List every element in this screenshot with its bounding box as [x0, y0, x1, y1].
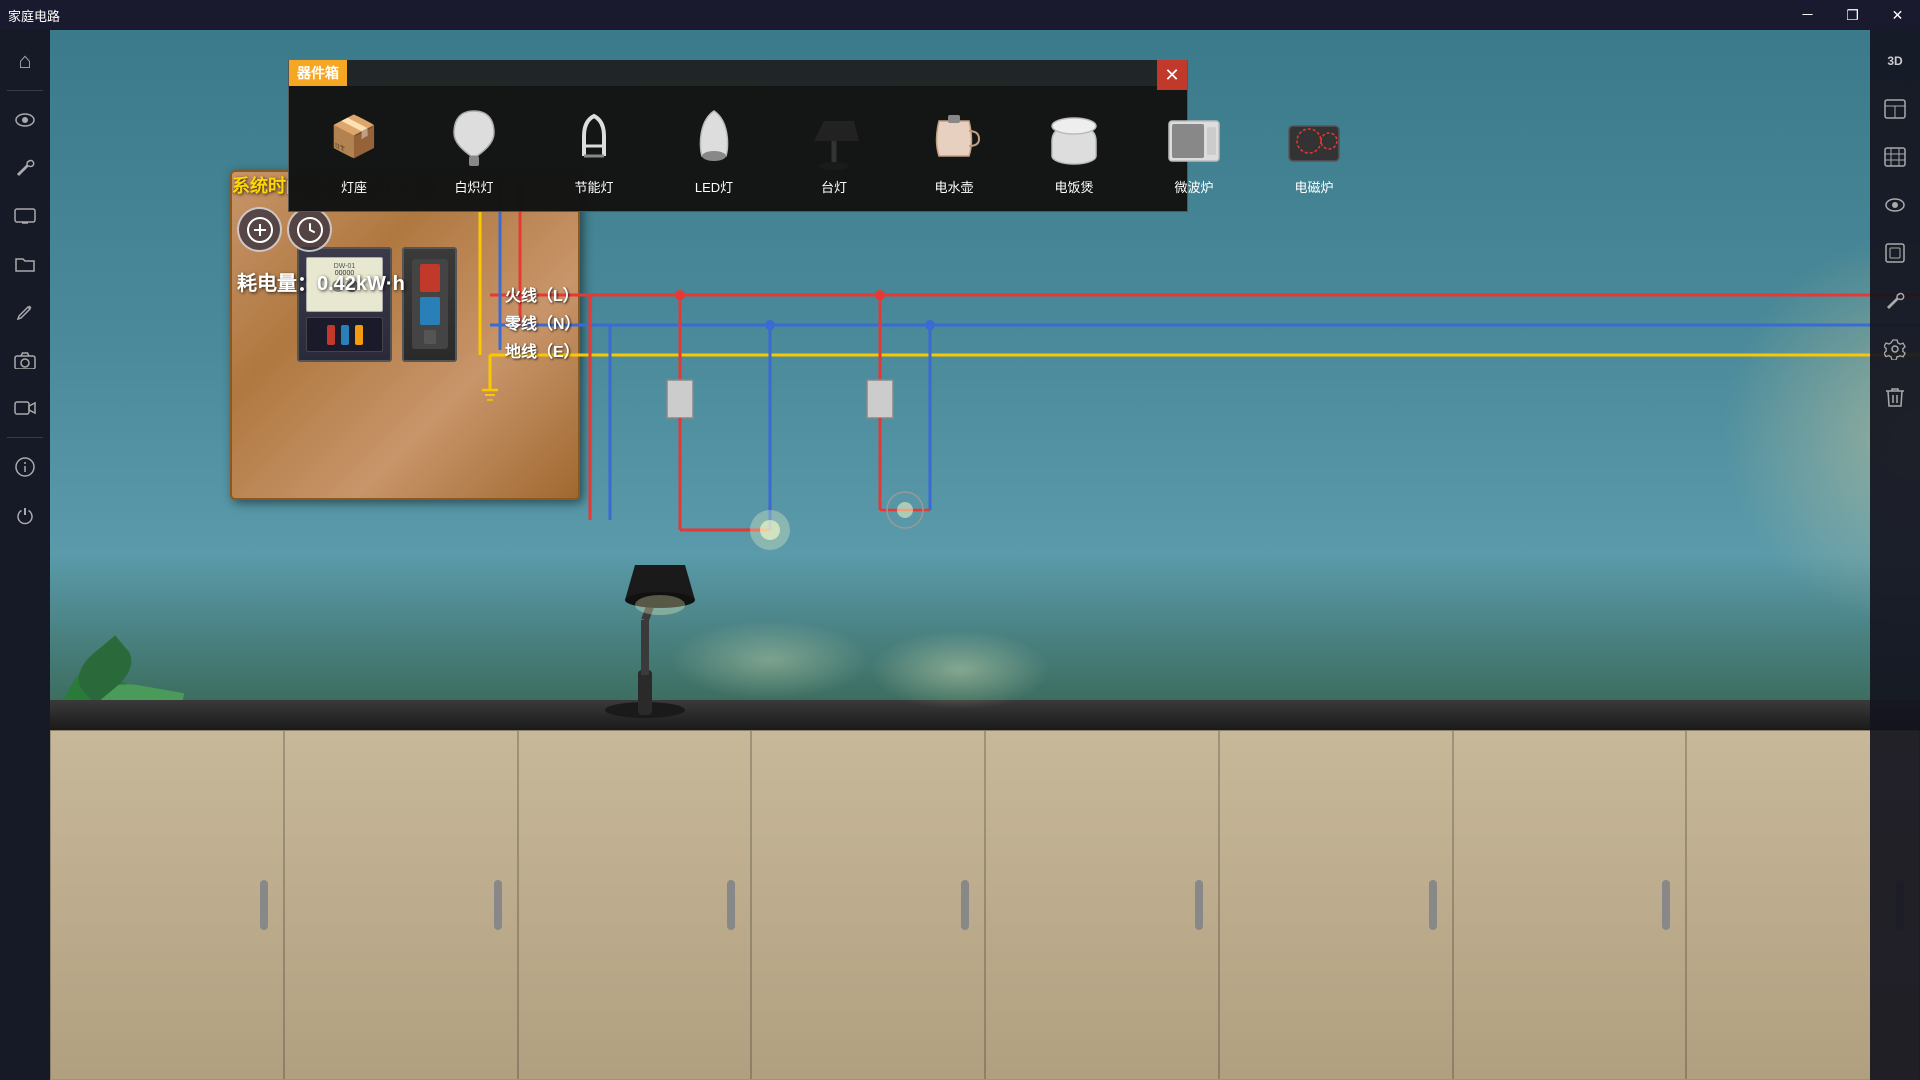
- title-bar: 家庭电路 － ❐ ✕: [0, 0, 1920, 30]
- component-label-lamp-socket: 灯座: [341, 177, 367, 196]
- window-title: 家庭电路: [0, 6, 60, 25]
- component-item-incandescent[interactable]: 白炽灯: [429, 96, 519, 201]
- minimize-button[interactable]: －: [1785, 0, 1830, 30]
- cabinet-section-5: [985, 730, 1219, 1080]
- component-item-desk-lamp[interactable]: 台灯: [789, 96, 879, 201]
- neutral-wire-label: 零线（N）: [505, 310, 581, 334]
- main-scene: 系统时间加快了 30 ▼ 倍 耗电量：0.42kW: [50, 30, 1920, 1080]
- component-label-led: LED灯: [695, 177, 733, 196]
- sidebar-home-button[interactable]: ⌂: [3, 39, 47, 83]
- component-icon-desk-lamp: [794, 101, 874, 171]
- sidebar-camera-button[interactable]: [3, 338, 47, 382]
- restore-button[interactable]: ❐: [1830, 0, 1875, 30]
- component-icon-induction: [1274, 101, 1354, 171]
- sidebar-separator: [7, 90, 43, 91]
- component-item-energy-saving[interactable]: 节能灯: [549, 96, 639, 201]
- cabinet-section-3: [518, 730, 752, 1080]
- cabinet-section-2: [284, 730, 518, 1080]
- component-icon-lamp-socket: 📦: [314, 101, 394, 171]
- close-component-box-button[interactable]: ✕: [1157, 60, 1187, 90]
- cabinet: [50, 730, 1920, 1080]
- zoom-controls: [237, 207, 332, 252]
- component-label-incandescent: 白炽灯: [454, 177, 493, 196]
- counter-top: [50, 700, 1920, 730]
- sidebar-info-button[interactable]: [3, 445, 47, 489]
- component-item-lamp-socket[interactable]: 📦 灯座: [309, 96, 399, 201]
- component-box: 器件箱 ✕ 📦 灯座 白炽灯 节能灯 LED灯: [288, 60, 1188, 212]
- view-3d-button[interactable]: 3D: [1873, 39, 1917, 83]
- cabinet-handle-4: [961, 880, 969, 930]
- component-item-kettle[interactable]: 电水壶: [909, 96, 999, 201]
- cabinet-handle-6: [1429, 880, 1437, 930]
- component-box-title: 器件箱: [289, 60, 347, 86]
- component-label-kettle: 电水壶: [934, 177, 973, 196]
- cabinet-section-7: [1453, 730, 1687, 1080]
- time-control-button[interactable]: [287, 207, 332, 252]
- component-icon-energy-saving: [554, 101, 634, 171]
- component-label-rice-cooker: 电饭煲: [1054, 177, 1093, 196]
- right-sidebar-trash-button[interactable]: [1873, 375, 1917, 419]
- component-item-rice-cooker[interactable]: 电饭煲: [1029, 96, 1119, 201]
- right-sidebar-layout-button[interactable]: [1873, 87, 1917, 131]
- zoom-in-button[interactable]: [237, 207, 282, 252]
- electricity-meter: DW-01 00000: [297, 247, 392, 362]
- component-icon-incandescent: [434, 101, 514, 171]
- cabinet-handle-1: [260, 880, 268, 930]
- right-sidebar: 3D: [1870, 30, 1920, 1080]
- component-icon-kettle: [914, 101, 994, 171]
- right-sidebar-settings-button[interactable]: [1873, 327, 1917, 371]
- component-label-induction: 电磁炉: [1294, 177, 1333, 196]
- cabinet-section-1: [50, 730, 284, 1080]
- energy-label: 耗电量：0.42kW·h: [237, 273, 405, 295]
- title-controls: － ❐ ✕: [1785, 0, 1920, 30]
- sidebar-video-button[interactable]: [3, 386, 47, 430]
- right-sidebar-wrench-button[interactable]: [1873, 279, 1917, 323]
- circuit-breaker: [402, 247, 457, 362]
- sidebar-pen-button[interactable]: [3, 290, 47, 334]
- desk-lamp-svg: [580, 490, 710, 720]
- cabinet-section-4: [751, 730, 985, 1080]
- energy-display: 耗电量：0.42kW·h: [237, 267, 405, 296]
- component-label-microwave: 微波炉: [1174, 177, 1213, 196]
- cabinet-handle-7: [1662, 880, 1670, 930]
- component-icon-led: [674, 101, 754, 171]
- cabinet-handle-3: [727, 880, 735, 930]
- sidebar-separator-2: [7, 437, 43, 438]
- live-wire-label: 火线（L）: [505, 282, 579, 306]
- cabinet-section-6: [1219, 730, 1453, 1080]
- cabinet-handle-2: [494, 880, 502, 930]
- cabinet-handle-5: [1195, 880, 1203, 930]
- left-sidebar: ⌂: [0, 30, 50, 1080]
- wiring-panel: 系统时间加快了 30 ▼ 倍 耗电量：0.42kW: [230, 170, 580, 500]
- component-items-list: 📦 灯座 白炽灯 节能灯 LED灯 台灯: [289, 86, 1187, 211]
- right-sidebar-grid-button[interactable]: [1873, 135, 1917, 179]
- sidebar-tool-button[interactable]: [3, 146, 47, 190]
- ground-wire-label: 地线（E）: [505, 338, 580, 362]
- close-button[interactable]: ✕: [1875, 0, 1920, 30]
- component-item-led[interactable]: LED灯: [669, 96, 759, 201]
- right-sidebar-component-button[interactable]: [1873, 231, 1917, 275]
- kitchen-counter: [50, 700, 1920, 1080]
- component-label-desk-lamp: 台灯: [821, 177, 847, 196]
- sidebar-screen-button[interactable]: [3, 194, 47, 238]
- component-icon-microwave: [1154, 101, 1234, 171]
- component-item-induction[interactable]: 电磁炉: [1269, 96, 1359, 201]
- sidebar-eye-button[interactable]: [3, 98, 47, 142]
- sidebar-folder-button[interactable]: [3, 242, 47, 286]
- right-sidebar-view-button[interactable]: [1873, 183, 1917, 227]
- component-icon-rice-cooker: [1034, 101, 1114, 171]
- component-label-energy-saving: 节能灯: [574, 177, 613, 196]
- component-item-microwave[interactable]: 微波炉: [1149, 96, 1239, 201]
- sidebar-power-button[interactable]: [3, 493, 47, 537]
